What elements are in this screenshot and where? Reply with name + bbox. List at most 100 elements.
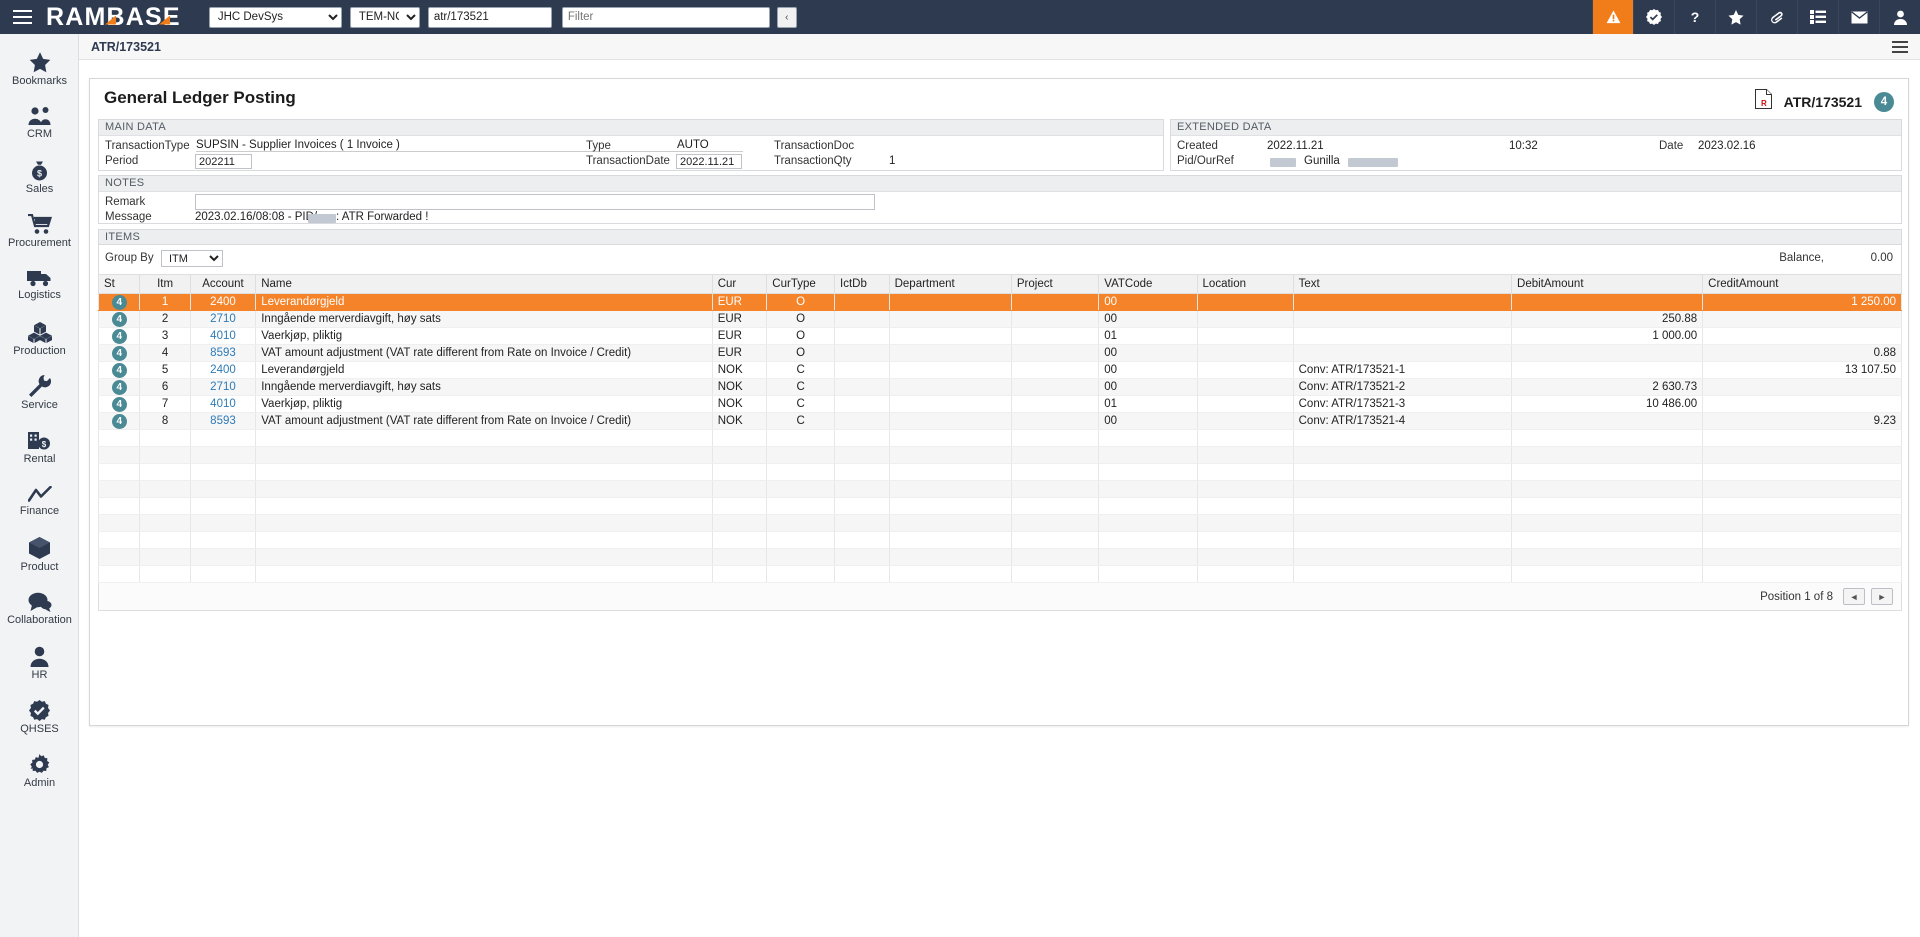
filter-input[interactable] [562, 7, 770, 28]
column-header-name[interactable]: Name [256, 275, 712, 294]
transaction-date-input[interactable] [676, 154, 742, 169]
cell-empty [712, 481, 767, 498]
table-row[interactable]: 422710Inngående merverdiavgift, høy sats… [99, 311, 1902, 328]
next-page-button[interactable]: ► [1871, 588, 1893, 605]
account-link[interactable]: 4010 [210, 398, 236, 410]
transaction-type-label: TransactionType [105, 140, 190, 152]
breadcrumb[interactable]: ATR/173521 [91, 40, 161, 54]
column-header-curtype[interactable]: CurType [767, 275, 835, 294]
sidebar-item-procurement[interactable]: Procurement [0, 204, 79, 258]
table-row[interactable]: 412400LeverandørgjeldEURO001 250.00 [99, 294, 1902, 311]
account-link[interactable]: 2400 [210, 364, 236, 376]
account-link[interactable]: 8593 [210, 415, 236, 427]
column-header-ictdb[interactable]: IctDb [835, 275, 890, 294]
cell-empty [835, 566, 890, 583]
user-profile-icon[interactable] [1879, 0, 1920, 34]
column-header-department[interactable]: Department [889, 275, 1011, 294]
column-header-st[interactable]: St [99, 275, 140, 294]
main-menu-hamburger-icon[interactable] [0, 0, 44, 34]
favorites-star-icon[interactable] [1715, 0, 1756, 34]
document-reference: ATR/173521 [1784, 94, 1862, 110]
company-selector[interactable]: JHC DevSys [209, 7, 342, 28]
sidebar-item-admin[interactable]: Admin [0, 744, 79, 798]
sidebar-item-product[interactable]: Product [0, 528, 79, 582]
status-badge: 4 [112, 312, 127, 327]
column-header-location[interactable]: Location [1197, 275, 1293, 294]
messages-envelope-icon[interactable] [1838, 0, 1879, 34]
table-row[interactable]: 474010Vaerkjøp, pliktigNOKC01Conv: ATR/1… [99, 396, 1902, 413]
ledger-items-table: St Itm Account Name Cur CurType IctDb De… [98, 274, 1902, 583]
column-header-creditamount[interactable]: CreditAmount [1703, 275, 1902, 294]
cell-debitamount: 10 486.00 [1512, 396, 1703, 413]
sidebar-item-crm[interactable]: CRM [0, 96, 79, 150]
table-row-empty [99, 447, 1902, 464]
table-row[interactable]: 462710Inngående merverdiavgift, høy sats… [99, 379, 1902, 396]
sidebar-item-service[interactable]: Service [0, 366, 79, 420]
cell-empty [1099, 566, 1197, 583]
previous-page-button[interactable]: ◄ [1843, 588, 1865, 605]
cell-itm: 4 [140, 345, 190, 362]
topbar-icon-group: ? [1592, 0, 1920, 34]
column-header-debitamount[interactable]: DebitAmount [1512, 275, 1703, 294]
cell-department [889, 362, 1011, 379]
cell-empty [1293, 447, 1511, 464]
sidebar-item-bookmarks[interactable]: Bookmarks [0, 42, 79, 96]
sidebar-item-logistics[interactable]: Logistics [0, 258, 79, 312]
table-row[interactable]: 448593VAT amount adjustment (VAT rate di… [99, 345, 1902, 362]
sidebar-item-rental[interactable]: $ Rental [0, 420, 79, 474]
main-data-section-title: MAIN DATA [99, 120, 1163, 136]
cell-empty [190, 447, 256, 464]
sidebar-item-finance[interactable]: Finance [0, 474, 79, 528]
column-header-text[interactable]: Text [1293, 275, 1511, 294]
collapse-toggle-button[interactable]: ‹ [777, 7, 797, 28]
column-header-cur[interactable]: Cur [712, 275, 767, 294]
column-header-itm[interactable]: Itm [140, 275, 190, 294]
template-selector[interactable]: TEM-NO [350, 7, 420, 28]
status-badge: 4 [112, 380, 127, 395]
sidebar-item-qhses[interactable]: QHSES [0, 690, 79, 744]
cell-empty [190, 532, 256, 549]
cell-ictdb [835, 413, 890, 430]
account-link[interactable]: 2400 [210, 296, 236, 308]
period-input[interactable] [195, 154, 252, 169]
cell-empty [889, 447, 1011, 464]
sidebar-item-collaboration[interactable]: Collaboration [0, 582, 79, 636]
cell-empty [1011, 532, 1098, 549]
verified-badge-icon[interactable] [1633, 0, 1674, 34]
cell-empty [1293, 566, 1511, 583]
list-menu-icon[interactable] [1797, 0, 1838, 34]
remark-input[interactable] [195, 194, 875, 210]
account-link[interactable]: 8593 [210, 347, 236, 359]
help-question-icon[interactable]: ? [1674, 0, 1715, 34]
group-by-select[interactable]: ITM [161, 250, 223, 267]
cell-empty [190, 515, 256, 532]
account-link[interactable]: 4010 [210, 330, 236, 342]
message-label: Message [105, 211, 152, 223]
cell-itm: 1 [140, 294, 190, 311]
rambase-logo: RAMBASE [46, 3, 181, 32]
alert-warning-icon[interactable] [1592, 0, 1633, 34]
sidebar-item-production[interactable]: Production [0, 312, 79, 366]
cell-empty [835, 430, 890, 447]
column-header-project[interactable]: Project [1011, 275, 1098, 294]
cell-curtype: C [767, 362, 835, 379]
document-search-input[interactable] [428, 7, 552, 28]
sidebar-item-hr[interactable]: HR [0, 636, 79, 690]
pdf-document-icon[interactable]: R [1755, 89, 1772, 114]
sidebar-item-sales[interactable]: $ Sales [0, 150, 79, 204]
column-header-account[interactable]: Account [190, 275, 256, 294]
cell-empty [1099, 481, 1197, 498]
table-row[interactable]: 452400LeverandørgjeldNOKC00Conv: ATR/173… [99, 362, 1902, 379]
table-row[interactable]: 488593VAT amount adjustment (VAT rate di… [99, 413, 1902, 430]
column-header-vatcode[interactable]: VATCode [1099, 275, 1197, 294]
cell-empty [256, 430, 712, 447]
account-link[interactable]: 2710 [210, 381, 236, 393]
table-row[interactable]: 434010Vaerkjøp, pliktigEURO011 000.00 [99, 328, 1902, 345]
account-link[interactable]: 2710 [210, 313, 236, 325]
attachment-paperclip-icon[interactable] [1756, 0, 1797, 34]
cell-empty [835, 515, 890, 532]
cell-empty [1512, 532, 1703, 549]
cell-account: 4010 [190, 396, 256, 413]
date-label: Date [1659, 140, 1683, 152]
context-menu-icon[interactable] [1892, 41, 1908, 53]
